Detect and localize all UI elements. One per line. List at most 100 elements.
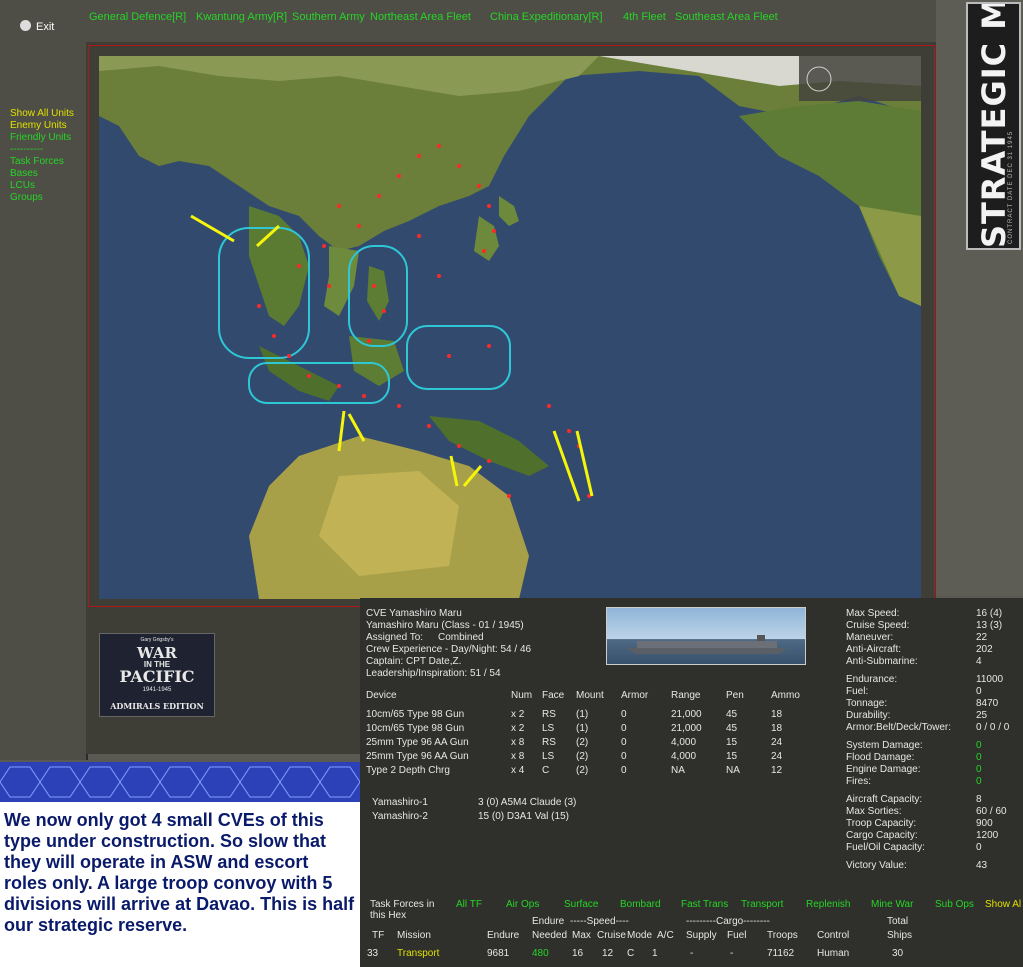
tf-title: Task Forces in this Hex bbox=[370, 899, 435, 921]
strategic-map-badge: STRATEGIC MAP CONTRACT DATE DEC 31 1945 bbox=[966, 2, 1021, 250]
device-name: Type 2 Depth Chrg bbox=[366, 765, 450, 776]
assigned-label: Assigned To: bbox=[366, 632, 424, 643]
device-armor: 0 bbox=[621, 751, 627, 762]
filter-enemy-units[interactable]: Enemy Units bbox=[10, 120, 67, 131]
tf-tab-replenish[interactable]: Replenish bbox=[806, 899, 850, 910]
tf-tab-fast-trans[interactable]: Fast Trans bbox=[681, 899, 728, 910]
stat-label: Aircraft Capacity: bbox=[846, 794, 923, 805]
col-range: Range bbox=[671, 690, 701, 701]
tf-tab-surface[interactable]: Surface bbox=[564, 899, 598, 910]
tf-row-mission[interactable]: Transport bbox=[397, 948, 439, 959]
strategic-map-view[interactable] bbox=[99, 56, 921, 599]
filter-lcus[interactable]: LCUs bbox=[10, 180, 35, 191]
col-armor: Armor bbox=[621, 690, 649, 701]
tf-row-cruise: 12 bbox=[602, 948, 614, 959]
stat-label: Fires: bbox=[846, 776, 871, 787]
tf-tab-mine-war[interactable]: Mine War bbox=[871, 899, 913, 910]
filter-show-all-units[interactable]: Show All Units bbox=[10, 108, 74, 119]
filter-friendly-units[interactable]: Friendly Units bbox=[10, 132, 71, 143]
caption-box: We now only got 4 small CVEs of this typ… bbox=[0, 802, 360, 967]
hq-link-southeast-area-fleet[interactable]: Southeast Area Fleet bbox=[675, 11, 778, 23]
air-group-planes: 3 (0) A5M4 Claude (3) bbox=[478, 797, 577, 808]
hq-link-china-expeditionary[interactable]: China Expeditionary[R] bbox=[490, 11, 603, 23]
air-group-name[interactable]: Yamashiro-2 bbox=[372, 811, 428, 822]
hex-pattern bbox=[0, 766, 360, 798]
device-face: RS bbox=[542, 737, 556, 748]
ship-silhouette bbox=[627, 635, 787, 654]
assigned-value[interactable]: Combined bbox=[438, 632, 484, 643]
filter-groups[interactable]: Groups bbox=[10, 192, 43, 203]
map-graphic bbox=[99, 56, 921, 599]
hq-link-kwantung-army[interactable]: Kwantung Army[R] bbox=[196, 11, 287, 23]
device-pen: 45 bbox=[726, 723, 738, 734]
tf-row-troops: 71162 bbox=[767, 948, 795, 959]
device-num: x 8 bbox=[511, 751, 525, 762]
tf-col-max: Max bbox=[572, 930, 591, 941]
logo-edition: ADMIRALS EDITION bbox=[110, 701, 204, 711]
device-range: 4,000 bbox=[671, 751, 697, 762]
device-range: NA bbox=[671, 765, 685, 776]
logo-line3: PACIFIC bbox=[119, 667, 195, 686]
device-name: 25mm Type 96 AA Gun bbox=[366, 737, 469, 748]
tf-row-ships: 30 bbox=[892, 948, 904, 959]
device-mount: (2) bbox=[576, 765, 589, 776]
device-face: LS bbox=[542, 751, 555, 762]
hq-link-southern-army[interactable]: Southern Army bbox=[292, 11, 365, 23]
tf-row-endure: 9681 bbox=[487, 948, 510, 959]
device-armor: 0 bbox=[621, 765, 627, 776]
device-armor: 0 bbox=[621, 723, 627, 734]
hq-link-4th-fleet[interactable]: 4th Fleet bbox=[623, 11, 666, 23]
stat-label: Flood Damage: bbox=[846, 752, 915, 763]
device-mount: (1) bbox=[576, 723, 589, 734]
tf-row-mode: C bbox=[627, 948, 635, 959]
device-mount: (2) bbox=[576, 751, 589, 762]
tf-group-endure: Endure bbox=[532, 916, 565, 927]
tf-row-id[interactable]: 33 bbox=[367, 948, 378, 959]
device-face: LS bbox=[542, 723, 555, 734]
filter-bases[interactable]: Bases bbox=[10, 168, 38, 179]
device-face: RS bbox=[542, 709, 556, 720]
stat-value: 0 bbox=[976, 776, 982, 787]
stat-value: 202 bbox=[976, 644, 993, 655]
logo-years: 1941-1945 bbox=[142, 687, 172, 693]
tf-group-speed: -----Speed---- bbox=[570, 916, 629, 927]
tf-row-ac: 1 bbox=[652, 948, 658, 959]
device-num: x 4 bbox=[511, 765, 525, 776]
device-face: C bbox=[542, 765, 550, 776]
stat-value: 43 bbox=[976, 860, 988, 871]
exit-button[interactable]: Exit bbox=[20, 20, 54, 33]
device-ammo: 24 bbox=[771, 737, 783, 748]
stat-label: Maneuver: bbox=[846, 632, 894, 643]
device-pen: 15 bbox=[726, 751, 738, 762]
ship-class: Yamashiro Maru (Class - 01 / 1945) bbox=[366, 620, 524, 631]
filter-task-forces[interactable]: Task Forces bbox=[10, 156, 64, 167]
tf-row-control[interactable]: Human bbox=[817, 948, 849, 959]
tf-col-ships: Ships bbox=[887, 930, 913, 941]
logo-top: Gary Grigsby's bbox=[140, 637, 174, 643]
tf-tab-transport[interactable]: Transport bbox=[741, 899, 783, 910]
device-pen: 45 bbox=[726, 709, 738, 720]
tf-tab-show-all[interactable]: Show All bbox=[985, 899, 1021, 910]
crew-experience: Crew Experience - Day/Night: 54 / 46 bbox=[366, 644, 532, 655]
device-name: 10cm/65 Type 98 Gun bbox=[366, 723, 465, 734]
hq-link-general-defence[interactable]: General Defence[R] bbox=[89, 11, 186, 23]
hq-link-northeast-area-fleet[interactable]: Northeast Area Fleet bbox=[370, 11, 471, 23]
stat-value: 0 / 0 / 0 bbox=[976, 722, 1010, 733]
tf-tab-all-tf[interactable]: All TF bbox=[456, 899, 482, 910]
tf-tab-air-ops[interactable]: Air Ops bbox=[506, 899, 539, 910]
ship-name: CVE Yamashiro Maru bbox=[366, 608, 462, 619]
exit-label: Exit bbox=[36, 21, 55, 33]
tf-col-mission: Mission bbox=[397, 930, 431, 941]
tf-tab-bombard[interactable]: Bombard bbox=[620, 899, 661, 910]
device-ammo: 12 bbox=[771, 765, 783, 776]
stat-value: 4 bbox=[976, 656, 982, 667]
air-group-name[interactable]: Yamashiro-1 bbox=[372, 797, 428, 808]
stat-value: 16 (4) bbox=[976, 608, 1003, 619]
leadership: Leadership/Inspiration: 51 / 54 bbox=[366, 668, 501, 679]
device-num: x 2 bbox=[511, 709, 525, 720]
air-group-planes: 15 (0) D3A1 Val (15) bbox=[478, 811, 569, 822]
device-num: x 8 bbox=[511, 737, 525, 748]
tf-tab-sub-ops[interactable]: Sub Ops bbox=[935, 899, 974, 910]
captain[interactable]: Captain: CPT Date,Z. bbox=[366, 656, 461, 667]
tf-col-ac: A/C bbox=[657, 930, 674, 941]
